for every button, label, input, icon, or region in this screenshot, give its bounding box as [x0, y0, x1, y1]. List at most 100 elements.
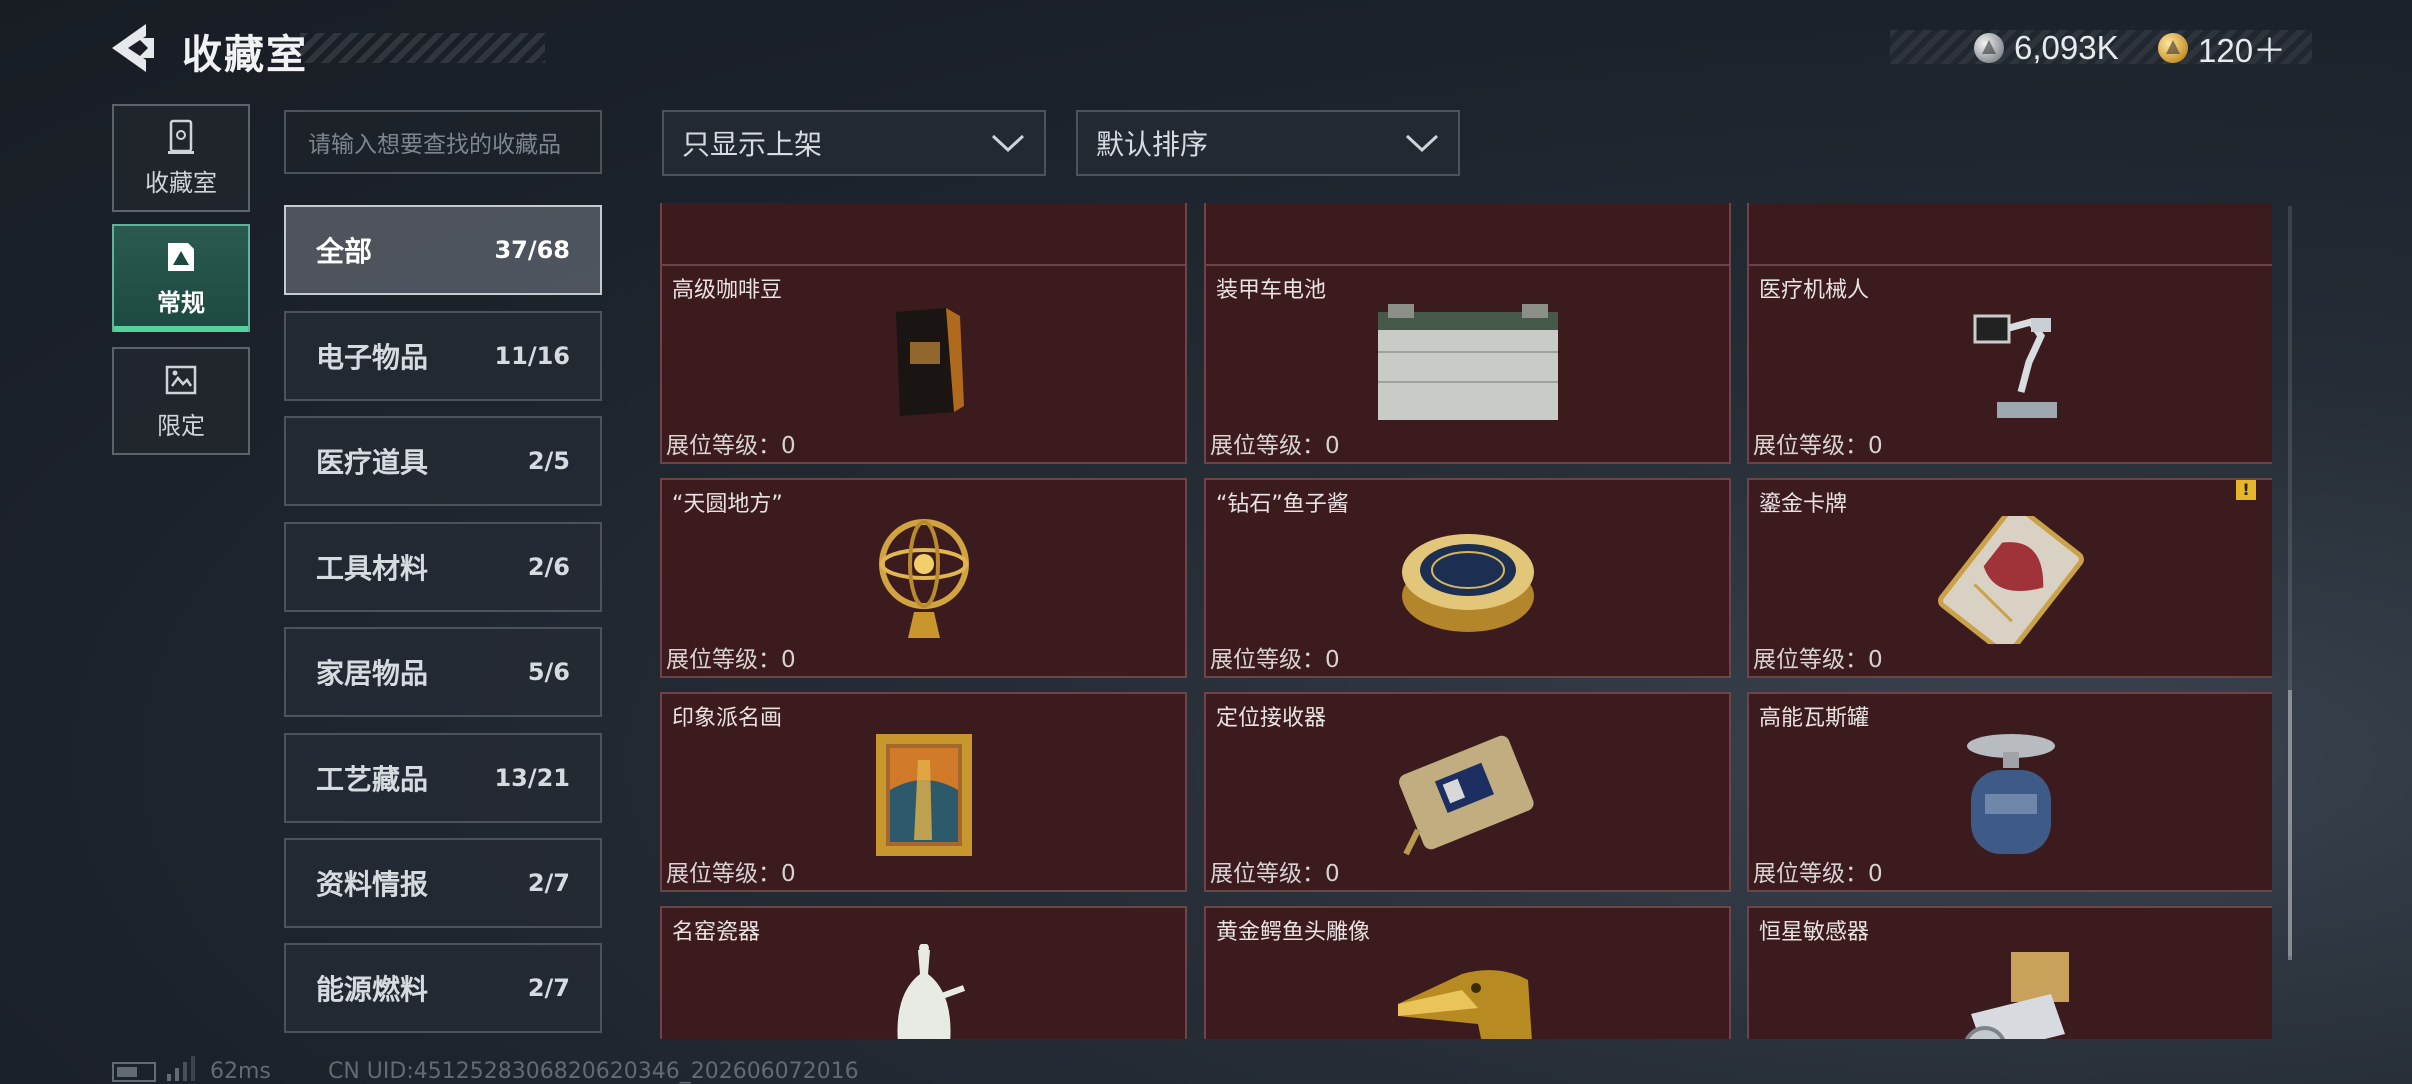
collection-item-card[interactable]: 名窑瓷器 — [660, 906, 1187, 1039]
back-arrow-icon[interactable] — [108, 22, 158, 74]
collection-item-card[interactable]: 医疗机械人展位等级：0 — [1747, 264, 2272, 464]
collection-item-card[interactable]: 鎏金卡牌! 展位等级：0 — [1747, 478, 2272, 678]
collection-grid[interactable]: 展位等级：0展位等级：0展位等级：0高级咖啡豆展位等级：0装甲车电池展位等级：0… — [660, 203, 2272, 1039]
ping-text: 62ms — [210, 1059, 271, 1084]
category-count: 37/68 — [494, 236, 570, 264]
category-count: 5/6 — [527, 658, 570, 686]
item-image — [1901, 503, 2121, 657]
collection-item-card[interactable]: 高级咖啡豆展位等级：0 — [660, 264, 1187, 464]
nav-regular[interactable]: 常规 — [112, 224, 250, 332]
sort-value: 默认排序 — [1096, 128, 1209, 161]
nav-limited[interactable]: 限定 — [112, 347, 250, 455]
silver-coin-icon — [1974, 33, 2004, 63]
item-image — [814, 730, 1034, 858]
category-name: 电子物品 — [316, 341, 429, 374]
category-count: 13/21 — [494, 764, 570, 792]
category-count: 2/5 — [527, 447, 570, 475]
item-image — [1901, 302, 2121, 430]
item-name: 黄金鳄鱼头雕像 — [1216, 920, 1371, 945]
category-tools[interactable]: 工具材料 2/6 — [284, 522, 602, 612]
item-name: 印象派名画 — [672, 706, 783, 731]
category-count: 2/7 — [527, 974, 570, 1002]
collection-item-card[interactable]: “钻石”鱼子酱展位等级：0 — [1204, 478, 1731, 678]
item-name: 恒星敏感器 — [1759, 920, 1870, 945]
item-display-level: 展位等级：0 — [1210, 647, 1340, 673]
category-intel[interactable]: 资料情报 2/7 — [284, 838, 602, 928]
item-name: 医疗机械人 — [1759, 278, 1870, 303]
nav-label: 常规 — [157, 288, 205, 317]
battery-icon — [112, 1062, 156, 1082]
item-display-level: 展位等级：0 — [1210, 433, 1340, 459]
collection-item-card[interactable]: 装甲车电池展位等级：0 — [1204, 264, 1731, 464]
item-display-level: 展位等级：0 — [666, 647, 796, 673]
category-count: 2/7 — [527, 869, 570, 897]
item-image — [1358, 944, 1578, 1039]
gold-coin-icon — [2158, 33, 2188, 63]
item-name: “天圆地方” — [672, 492, 783, 517]
collection-item-card[interactable]: 印象派名画展位等级：0 — [660, 692, 1187, 892]
silver-currency[interactable]: 6,093K — [1974, 29, 2119, 66]
collection-item-card[interactable]: 恒星敏感器 — [1747, 906, 2272, 1039]
category-name: 家居物品 — [316, 657, 429, 690]
nav-display-room[interactable]: 收藏室 — [112, 104, 250, 212]
collection-item-card[interactable]: “天圆地方” 展位等级：0 — [660, 478, 1187, 678]
item-image — [1901, 730, 2121, 858]
category-name: 工具材料 — [316, 552, 429, 585]
category-energy[interactable]: 能源燃料 2/7 — [284, 943, 602, 1033]
item-display-level: 展位等级：0 — [1210, 861, 1340, 887]
title-decoration — [300, 33, 545, 63]
item-display-level: 展位等级：0 — [666, 433, 796, 459]
item-display-level: 展位等级：0 — [1753, 647, 1883, 673]
item-name: 高级咖啡豆 — [672, 278, 783, 303]
item-image — [814, 516, 1034, 644]
item-display-level: 展位等级：0 — [666, 861, 796, 887]
page-title: 收藏室 — [182, 32, 308, 78]
item-image — [814, 302, 1034, 430]
regular-collection-icon — [168, 242, 194, 271]
item-image — [814, 943, 1034, 1039]
limited-collection-icon — [165, 365, 197, 394]
sort-dropdown[interactable]: 默认排序 — [1076, 110, 1460, 176]
display-case-icon — [168, 119, 194, 154]
display-filter-dropdown[interactable]: 只显示上架 — [662, 110, 1046, 176]
category-electronics[interactable]: 电子物品 11/16 — [284, 311, 602, 401]
category-all[interactable]: 全部 37/68 — [284, 205, 602, 295]
category-household[interactable]: 家居物品 5/6 — [284, 627, 602, 717]
item-image — [1901, 944, 2121, 1039]
item-image — [1358, 730, 1578, 858]
display-filter-value: 只显示上架 — [682, 128, 823, 161]
category-medical[interactable]: 医疗道具 2/5 — [284, 416, 602, 506]
item-name: 装甲车电池 — [1216, 278, 1327, 303]
collection-item-card[interactable]: 高能瓦斯罐展位等级：0 — [1747, 692, 2272, 892]
category-name: 全部 — [316, 235, 373, 268]
gold-amount: 120＋ — [2198, 32, 2287, 69]
item-display-level: 展位等级：0 — [1753, 433, 1883, 459]
signal-icon — [167, 1056, 195, 1081]
category-crafts[interactable]: 工艺藏品 13/21 — [284, 733, 602, 823]
item-name: 名窑瓷器 — [672, 920, 761, 945]
search-input[interactable]: 请输入想要查找的收藏品 — [284, 110, 602, 174]
item-name: 定位接收器 — [1216, 706, 1327, 731]
scrollbar-thumb[interactable] — [2288, 690, 2292, 960]
category-name: 能源燃料 — [316, 973, 429, 1006]
item-name: 高能瓦斯罐 — [1759, 706, 1870, 731]
item-name: 鎏金卡牌 — [1759, 492, 1848, 517]
category-count: 2/6 — [527, 553, 570, 581]
category-name: 工艺藏品 — [316, 763, 429, 796]
chevron-down-icon — [991, 134, 1025, 153]
gold-currency[interactable]: 120＋ — [2158, 30, 2286, 69]
chevron-down-icon — [1405, 134, 1439, 153]
item-image — [1358, 516, 1578, 644]
nav-label: 限定 — [157, 411, 205, 440]
silver-amount: 6,093K — [2014, 29, 2119, 66]
category-name: 医疗道具 — [316, 446, 429, 479]
category-name: 资料情报 — [316, 868, 429, 901]
collection-item-card[interactable]: 黄金鳄鱼头雕像 — [1204, 906, 1731, 1039]
uid-text: CN UID:4512528306820620346_202606072016 — [328, 1059, 859, 1084]
nav-label: 收藏室 — [145, 168, 217, 197]
item-name: “钻石”鱼子酱 — [1216, 492, 1349, 517]
item-display-level: 展位等级：0 — [1753, 861, 1883, 887]
warning-badge-icon: ! — [2236, 480, 2256, 500]
item-image — [1358, 302, 1578, 430]
collection-item-card[interactable]: 定位接收器展位等级：0 — [1204, 692, 1731, 892]
